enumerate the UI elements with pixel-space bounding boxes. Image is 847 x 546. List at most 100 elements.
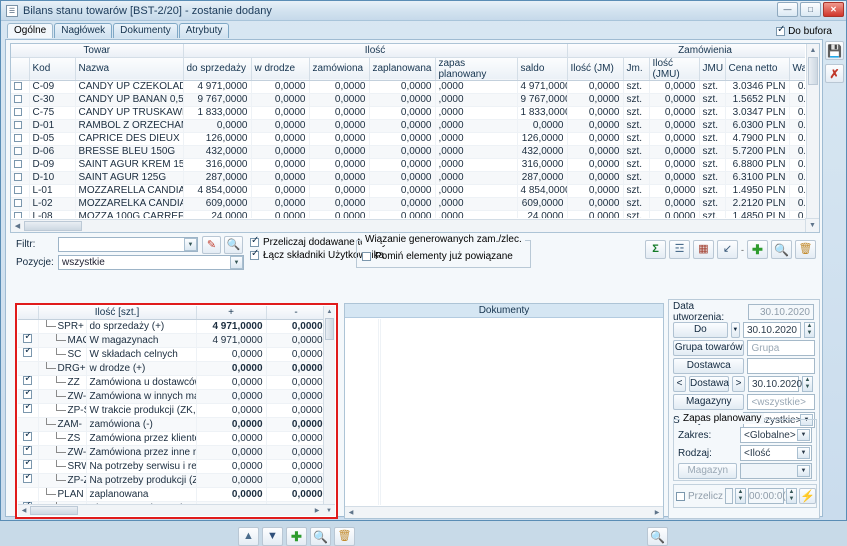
do-button[interactable]: Do — [673, 322, 728, 338]
col-nazwa[interactable]: Nazwa — [75, 57, 184, 81]
row-check-box[interactable] — [14, 160, 22, 168]
row-checkbox[interactable] — [11, 93, 30, 107]
row-check-box[interactable] — [14, 82, 22, 90]
col-ilosc-jm[interactable]: Ilość (JM) — [567, 57, 624, 81]
tree-hscroll-thumb[interactable] — [30, 506, 78, 515]
filter-input[interactable] — [58, 237, 198, 252]
przelicz-time-spinner[interactable]: ▲ ▼ — [786, 488, 798, 504]
scroll-left-icon[interactable]: ◀ — [11, 222, 24, 230]
row-check-box[interactable] — [14, 199, 22, 207]
col-cena-netto[interactable]: Cena netto — [725, 57, 790, 81]
tree-check-box[interactable] — [23, 347, 33, 357]
grupa-towarow-button[interactable]: Grupa towarów — [673, 340, 745, 356]
col-zamowiona[interactable]: zamówiona — [309, 57, 370, 81]
col-jm[interactable]: Jm. — [623, 57, 650, 81]
dostawca-value[interactable] — [747, 358, 815, 374]
col-jmu[interactable]: JMU — [699, 57, 726, 81]
tree-row-checkbox[interactable] — [18, 347, 39, 362]
table-row[interactable]: C-75CANDY UP TRUSKAWKA1 833,00000,00000,… — [11, 106, 805, 120]
delete-icon[interactable]: 🗑 — [795, 240, 816, 259]
chevron-down-icon-5[interactable]: ▼ — [797, 447, 810, 459]
magazyny-value[interactable]: <wszystkie> — [747, 394, 815, 410]
przelicz-time[interactable]: 00:00:0( — [748, 488, 786, 504]
tree-row[interactable]: ZP-ZNa potrzeby produkcji (ZK, ZI0,00000… — [18, 473, 327, 488]
table-row[interactable]: D-01RAMBOL Z ORZECHAMI :0,00000,00000,00… — [11, 119, 805, 133]
sum-icon[interactable]: Σ — [645, 240, 666, 259]
report-icon[interactable]: ▦ — [693, 240, 714, 259]
do-bufora-checkbox[interactable]: Do bufora — [776, 24, 832, 37]
row-check-box[interactable] — [14, 134, 22, 142]
documents-hscroll[interactable]: ◀ ▶ — [345, 506, 663, 518]
tree-row[interactable]: SRWNa potrzeby serwisu i remont0,00000,0… — [18, 459, 327, 474]
tree-scroll-up-icon[interactable]: ▲ — [324, 306, 335, 318]
zakres-select[interactable]: <Globalne> ▼ — [740, 427, 812, 443]
pomin-elementy-checkbox[interactable]: Pomiń elementy już powiązane — [362, 251, 525, 262]
tree-check-box[interactable] — [23, 459, 33, 469]
tab-dokumenty[interactable]: Dokumenty — [113, 23, 178, 38]
do-date-value[interactable]: 30.10.2020 — [742, 322, 801, 338]
tree-check-box[interactable] — [23, 375, 33, 385]
maximize-button[interactable]: □ — [800, 2, 821, 17]
docs-scroll-left-icon[interactable]: ◀ — [345, 509, 357, 516]
przelicz-checkbox[interactable] — [676, 491, 685, 501]
dostawa-button[interactable]: Dostawa — [689, 376, 729, 392]
tree-row[interactable]: SPR+ do sprzedaży (+) 4 971,0000 0,0000 — [18, 319, 327, 334]
row-checkbox[interactable] — [11, 158, 30, 172]
search-icon[interactable]: 🔍 — [771, 240, 792, 259]
tree-row[interactable]: ZW-ZZamówiona w innych magazy0,00000,000… — [18, 389, 327, 404]
row-check-box[interactable] — [14, 121, 22, 129]
save-icon[interactable]: 💾 — [825, 41, 844, 60]
row-check-box[interactable] — [14, 212, 22, 218]
table-row[interactable]: C-30 CANDY UP BANAN 0,5L 9 767,0000 0,0000 0… — [11, 93, 805, 107]
pencil-icon[interactable]: ✎ — [202, 236, 221, 254]
do-dropdown-icon[interactable]: ▼ — [730, 322, 740, 338]
magazyn-button[interactable]: Magazyn — [678, 463, 738, 479]
scroll-thumb[interactable] — [808, 57, 818, 85]
magazyn-select[interactable]: ▼ — [740, 463, 812, 479]
tab-ogolne[interactable]: Ogólne — [7, 23, 54, 38]
rodzaj-select[interactable]: <Ilość minimalna> ▼ — [740, 445, 812, 474]
table-row[interactable]: C-09CANDY UP CZEKOLADA 14 971,00000,0000… — [11, 80, 805, 94]
tree-row[interactable]: ZP-SW trakcie produkcji (ZK, ZD, 20,0000… — [18, 403, 327, 418]
collapse-all-icon[interactable]: ▲ — [238, 527, 259, 546]
tree-row-checkbox[interactable] — [18, 333, 39, 348]
col-kod[interactable]: Kod — [29, 57, 76, 81]
tree-row[interactable]: ZW-SZamówiona przez inne magaz0,00000,00… — [18, 445, 327, 460]
tree-scroll-thumb[interactable] — [325, 318, 334, 340]
col-ilosc-jmu[interactable]: Ilość (JMU) — [649, 57, 700, 81]
search-icon-bottom[interactable]: 🔍 — [310, 527, 331, 546]
row-checkbox[interactable] — [11, 184, 30, 198]
tree-row[interactable]: ZZZamówiona u dostawców (ZZ0,00000,0000 — [18, 375, 327, 390]
col-w-drodze[interactable]: w drodze — [251, 57, 310, 81]
magazyny-button[interactable]: Magazyny — [673, 394, 745, 410]
col-zaplanowana[interactable]: zaplanowana — [369, 57, 436, 81]
tree-row[interactable]: MAGW magazynach4 971,00000,0000 — [18, 333, 327, 348]
tree-row[interactable]: ZSZamówiona przez klientów (Z!0,00000,00… — [18, 431, 327, 446]
table-row[interactable]: D-05CAPRICE DES DIEUX 125126,00000,00000… — [11, 132, 805, 146]
tree-check-box[interactable] — [23, 445, 33, 455]
row-checkbox[interactable] — [11, 210, 30, 218]
chevron-down-icon-6[interactable]: ▼ — [797, 465, 810, 477]
tree-check-box[interactable] — [23, 333, 33, 343]
col-wartosc[interactable]: Wartość — [789, 57, 805, 81]
dostawa-next-button[interactable]: > — [732, 376, 745, 392]
cancel-icon[interactable]: ✗ — [825, 64, 844, 83]
scroll-thumb-h[interactable] — [24, 221, 82, 231]
tree-scroll-left-icon[interactable]: ◀ — [18, 507, 30, 514]
table-row[interactable]: L-02MOZZARELKA CANDIA 1!609,00000,00000,… — [11, 197, 805, 211]
chart-icon[interactable]: ☲ — [669, 240, 690, 259]
chevron-down-icon-2[interactable]: ▼ — [230, 256, 243, 269]
row-checkbox[interactable] — [11, 197, 30, 211]
row-check-box[interactable] — [14, 186, 22, 194]
tree-row[interactable]: DRG+ w drodze (+) 0,0000 0,0000 — [18, 361, 327, 376]
przelicz-value[interactable] — [725, 488, 734, 504]
dostawa-prev-button[interactable]: < — [673, 376, 686, 392]
row-checkbox[interactable] — [11, 106, 30, 120]
chevron-down-icon-4[interactable]: ▼ — [797, 429, 810, 441]
row-checkbox[interactable] — [11, 119, 30, 133]
tree-row-checkbox[interactable] — [18, 431, 39, 446]
dostawa-date-spinner[interactable]: ▲ ▼ — [802, 376, 813, 392]
tree-row[interactable]: ZAM-zamówiona (-) 0,0000 0,0000 — [18, 417, 327, 432]
documents-body[interactable] — [345, 319, 663, 505]
row-checkbox[interactable] — [11, 132, 30, 146]
